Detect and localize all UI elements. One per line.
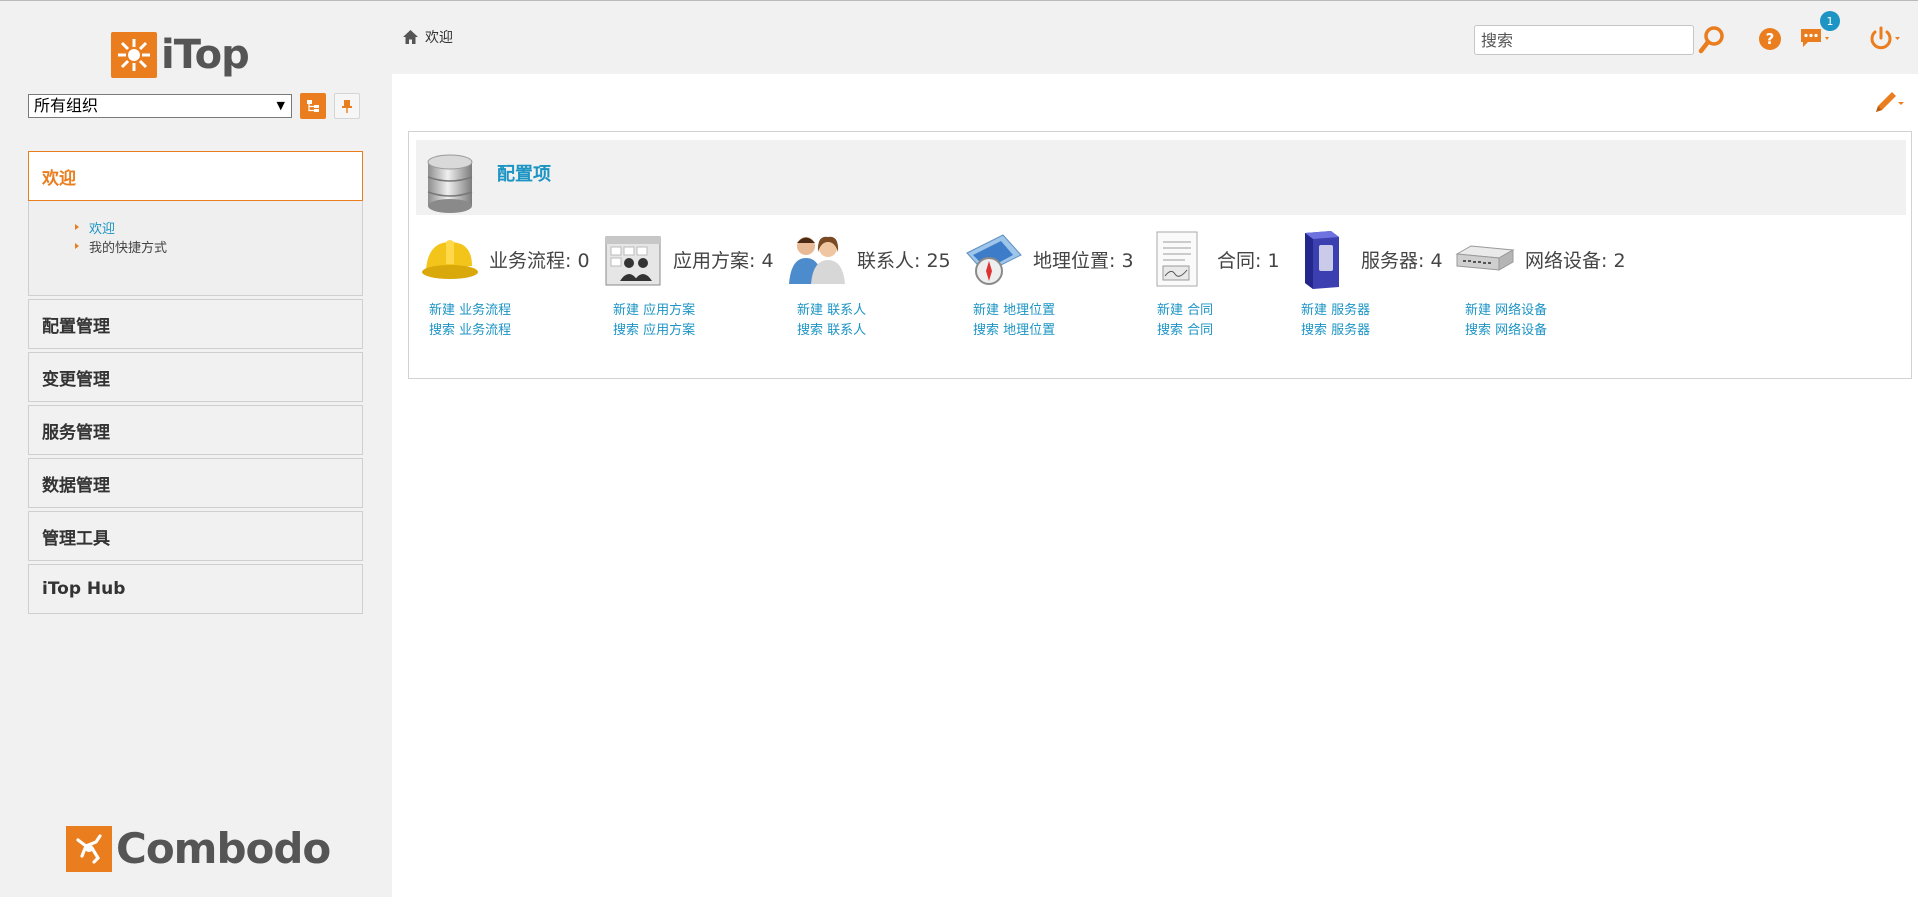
menu-group-label: 管理工具	[42, 528, 110, 549]
ci-count-label: 联系人: 25	[857, 249, 951, 272]
search-business-process-link[interactable]: 搜索 业务流程	[429, 321, 590, 341]
submenu-item-welcome[interactable]: 欢迎	[75, 220, 362, 239]
menu-group-admin-tools[interactable]: 管理工具	[28, 511, 363, 561]
new-server-link[interactable]: 新建 服务器	[1301, 301, 1443, 321]
search-location-link[interactable]: 搜索 地理位置	[973, 321, 1134, 341]
dashlet-title[interactable]: 配置项	[497, 160, 551, 186]
pin-menu-button[interactable]	[334, 93, 360, 119]
new-contact-link[interactable]: 新建 联系人	[797, 301, 951, 321]
global-search-input[interactable]	[1474, 25, 1694, 55]
menu-group-label: 数据管理	[42, 475, 110, 496]
notifications-count-badge: 1	[1820, 11, 1840, 31]
menu-group-label: 变更管理	[42, 369, 110, 390]
dashlet-header: 配置项	[416, 140, 1906, 215]
database-icon	[427, 154, 473, 213]
top-bar: 欢迎 ? 1	[392, 1, 1918, 74]
main-menu: 欢迎 欢迎 我的快捷方式 配置管理 变更管理 服务管理 数据管理 管理工具 iT…	[28, 151, 363, 617]
ci-location: 地理位置: 3 新建 地理位置 搜索 地理位置	[963, 229, 1134, 349]
menu-group-data-management[interactable]: 数据管理	[28, 458, 363, 508]
power-menu-icon[interactable]	[1868, 25, 1904, 51]
submenu-item-my-shortcuts[interactable]: 我的快捷方式	[75, 239, 362, 258]
hierarchy-icon	[307, 100, 319, 112]
menu-group-label: iTop Hub	[42, 579, 126, 599]
search-icon[interactable]	[1698, 25, 1726, 55]
ci-server: 服务器: 4 新建 服务器 搜索 服务器	[1291, 229, 1443, 349]
menu-group-itop-hub[interactable]: iTop Hub	[28, 564, 363, 614]
organization-select[interactable]: 所有组织 ▼	[28, 94, 292, 118]
svg-text:?: ?	[1766, 30, 1775, 48]
menu-group-label: 配置管理	[42, 316, 110, 337]
search-server-link[interactable]: 搜索 服务器	[1301, 321, 1443, 341]
ci-count-label: 服务器: 4	[1361, 249, 1443, 272]
menu-group-service-management[interactable]: 服务管理	[28, 405, 363, 455]
location-compass-icon	[963, 229, 1023, 289]
contacts-icon	[787, 229, 847, 289]
ci-application-solution: 应用方案: 4 新建 应用方案 搜索 应用方案	[603, 229, 774, 349]
itop-logo-text: iTop	[161, 32, 250, 78]
pin-icon	[342, 100, 352, 113]
ci-contacts: 联系人: 25 新建 联系人 搜索 联系人	[787, 229, 951, 349]
application-solution-icon	[603, 229, 663, 289]
main-content: 配置项 业务流程: 0 新建 业务流程 搜索 业务流程 应用方案: 4 新建 应…	[392, 74, 1918, 897]
dashlet-configuration-items: 配置项 业务流程: 0 新建 业务流程 搜索 业务流程 应用方案: 4 新建 应…	[408, 131, 1912, 379]
ci-count-label: 网络设备: 2	[1525, 249, 1626, 272]
ci-count-label: 合同: 1	[1217, 249, 1280, 272]
itop-logo-icon	[111, 32, 157, 78]
welcome-submenu: 欢迎 我的快捷方式	[28, 201, 363, 296]
dropdown-arrow-icon: ▼	[276, 99, 285, 112]
menu-group-change-management[interactable]: 变更管理	[28, 352, 363, 402]
ci-count-label: 地理位置: 3	[1033, 249, 1134, 272]
breadcrumb: 欢迎	[402, 27, 453, 47]
new-application-solution-link[interactable]: 新建 应用方案	[613, 301, 774, 321]
ci-count-label: 应用方案: 4	[673, 249, 774, 272]
edit-dashboard-icon[interactable]	[1872, 88, 1906, 118]
ci-network-device: 网络设备: 2 新建 网络设备 搜索 网络设备	[1455, 229, 1626, 349]
menu-group-label: 服务管理	[42, 422, 110, 443]
search-contract-link[interactable]: 搜索 合同	[1157, 321, 1280, 341]
hardhat-icon	[419, 229, 479, 289]
help-icon[interactable]: ?	[1758, 27, 1782, 51]
search-network-device-link[interactable]: 搜索 网络设备	[1465, 321, 1626, 341]
ci-contract: 合同: 1 新建 合同 搜索 合同	[1147, 229, 1280, 349]
home-icon[interactable]	[402, 29, 419, 45]
breadcrumb-item-welcome[interactable]: 欢迎	[425, 27, 453, 47]
server-icon	[1291, 229, 1351, 289]
ci-summary-row: 业务流程: 0 新建 业务流程 搜索 业务流程 应用方案: 4 新建 应用方案 …	[409, 229, 1913, 349]
search-contact-link[interactable]: 搜索 联系人	[797, 321, 951, 341]
left-pane: iTop 所有组织 ▼ 欢迎 欢迎 我的快捷方式 配置管理 变更管理 服务管理 …	[0, 1, 392, 897]
combodo-logo-icon	[66, 826, 112, 872]
search-application-solution-link[interactable]: 搜索 应用方案	[613, 321, 774, 341]
new-location-link[interactable]: 新建 地理位置	[973, 301, 1134, 321]
menu-group-configuration-management[interactable]: 配置管理	[28, 299, 363, 349]
itop-logo[interactable]: iTop	[111, 31, 250, 79]
new-network-device-link[interactable]: 新建 网络设备	[1465, 301, 1626, 321]
combodo-logo-text: Combodo	[116, 824, 331, 873]
menu-group-label: 欢迎	[42, 168, 76, 189]
org-hierarchy-button[interactable]	[300, 93, 326, 119]
new-business-process-link[interactable]: 新建 业务流程	[429, 301, 590, 321]
organization-select-value: 所有组织	[34, 96, 99, 115]
ci-count-label: 业务流程: 0	[489, 249, 590, 272]
combodo-logo[interactable]: Combodo	[66, 824, 331, 873]
menu-group-welcome[interactable]: 欢迎	[28, 151, 363, 201]
network-device-icon	[1455, 229, 1515, 289]
ci-business-process: 业务流程: 0 新建 业务流程 搜索 业务流程	[419, 229, 590, 349]
contract-document-icon	[1147, 229, 1207, 289]
new-contract-link[interactable]: 新建 合同	[1157, 301, 1280, 321]
